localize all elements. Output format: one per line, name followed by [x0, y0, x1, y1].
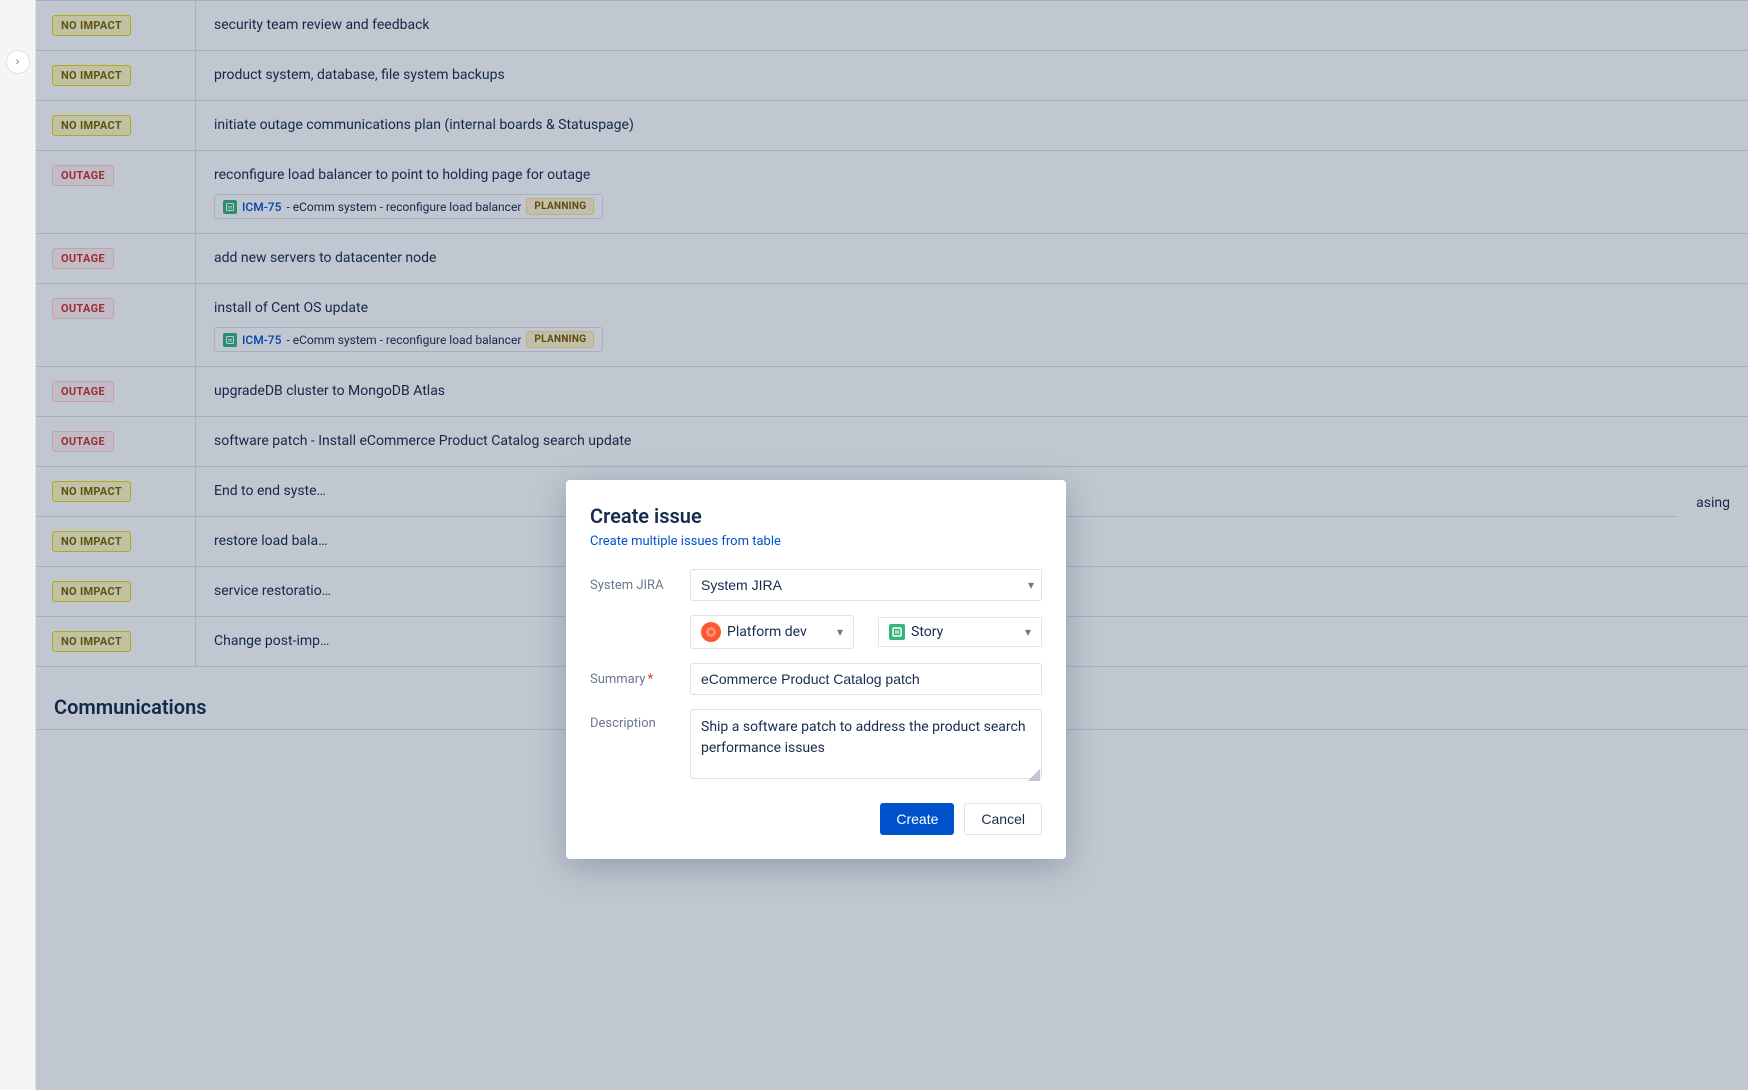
description-label: Description: [590, 709, 690, 731]
issue-type-select-container: Story ▾ Story Bug Task: [878, 617, 1042, 647]
create-button[interactable]: Create: [880, 803, 954, 835]
description-textarea[interactable]: Ship a software patch to address the pro…: [690, 709, 1042, 779]
system-jira-row: System JIRA System JIRA ▾: [590, 569, 1042, 601]
summary-field-container: [690, 663, 1042, 695]
system-jira-select-wrapper: System JIRA ▾: [690, 569, 1042, 601]
summary-input[interactable]: [690, 663, 1042, 695]
summary-row: Summary: [590, 663, 1042, 695]
page-wrapper: › NO IMPACT security team review and fee…: [0, 0, 1748, 1090]
description-field-container: Ship a software patch to address the pro…: [690, 709, 1042, 783]
sidebar-toggle-area: ›: [0, 0, 36, 1090]
main-content: NO IMPACT security team review and feedb…: [36, 0, 1748, 1090]
modal-title: Create issue: [590, 504, 1042, 528]
system-jira-label: System JIRA: [590, 578, 690, 593]
project-select-container: Platform dev ▾ Platform dev: [690, 615, 854, 649]
project-issue-type-row: Platform dev ▾ Platform dev: [690, 615, 1042, 649]
modal-overlay: Create issue Create multiple issues from…: [36, 0, 1748, 1090]
summary-label: Summary: [590, 672, 690, 687]
create-multiple-link[interactable]: Create multiple issues from table: [590, 534, 1042, 549]
create-issue-modal: Create issue Create multiple issues from…: [566, 480, 1066, 859]
modal-actions: Create Cancel: [590, 803, 1042, 835]
sidebar-toggle-button[interactable]: ›: [6, 50, 30, 74]
chevron-right-icon: ›: [16, 56, 20, 68]
description-row: Description Ship a software patch to add…: [590, 709, 1042, 783]
system-jira-select[interactable]: System JIRA: [690, 569, 1042, 601]
cancel-button[interactable]: Cancel: [964, 803, 1042, 835]
